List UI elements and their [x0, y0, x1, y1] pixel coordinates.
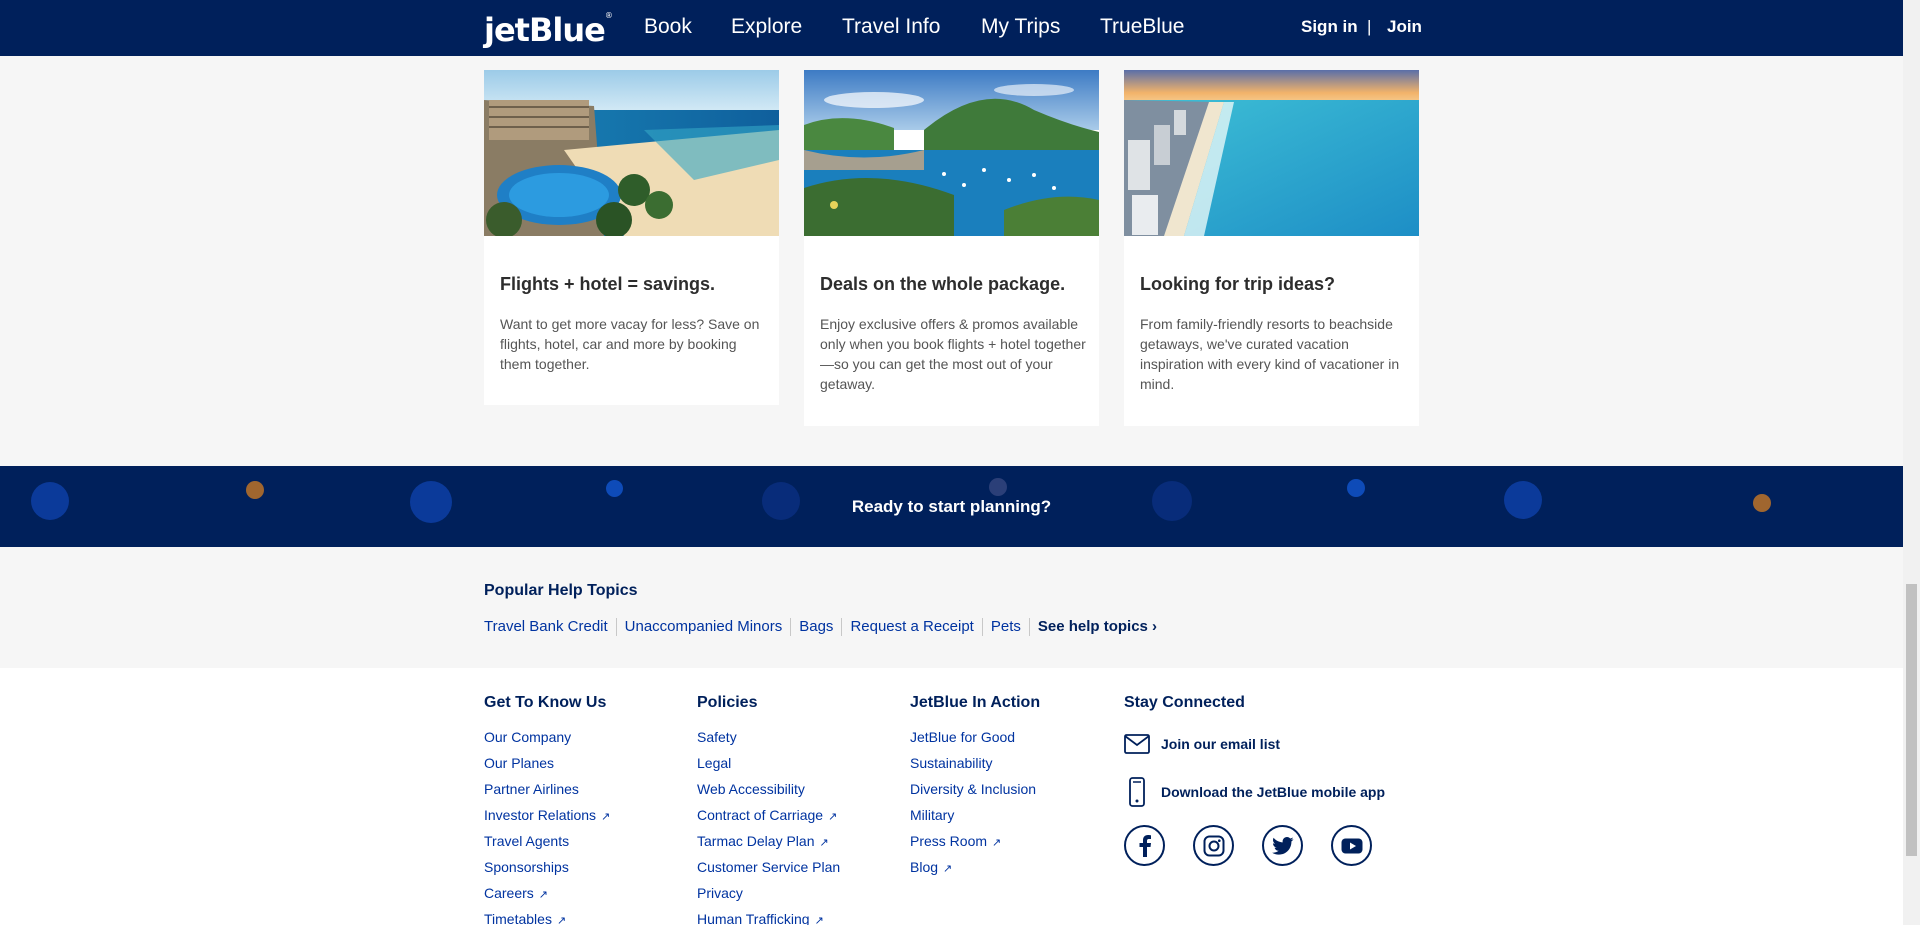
logo-text: jetBlue	[484, 11, 606, 49]
help-topics-section: Popular Help Topics Travel Bank Credit U…	[0, 547, 1903, 668]
social-links	[1124, 825, 1385, 866]
help-link-pets[interactable]: Pets	[981, 618, 1029, 636]
footer-link-travel-agents[interactable]: Travel Agents	[484, 833, 610, 859]
footer-link-our-planes[interactable]: Our Planes	[484, 755, 610, 781]
envelope-icon	[1124, 734, 1150, 754]
footer-link-diversity-inclusion[interactable]: Diversity & Inclusion	[910, 781, 1040, 807]
resort-pool-image	[484, 70, 779, 236]
jetblue-logo[interactable]: jetBlue®	[484, 11, 613, 49]
island-bay-image	[804, 70, 1099, 236]
footer-link-customer-service-plan[interactable]: Customer Service Plan	[697, 859, 840, 885]
help-link-bags[interactable]: Bags	[790, 618, 841, 636]
footer-link-privacy[interactable]: Privacy	[697, 885, 840, 911]
footer-link-press-room[interactable]: Press Room ↗	[910, 833, 1040, 859]
footer-link-partner-airlines[interactable]: Partner Airlines	[484, 781, 610, 807]
site-footer: Get To Know Us Our Company Our Planes Pa…	[0, 668, 1903, 925]
decorative-dot	[1347, 479, 1365, 497]
footer-link-legal[interactable]: Legal	[697, 755, 840, 781]
footer-link-timetables[interactable]: Timetables ↗	[484, 911, 610, 925]
footer-link-our-company[interactable]: Our Company	[484, 729, 610, 755]
ready-to-plan-text[interactable]: Ready to start planning?	[0, 497, 1903, 517]
mobile-phone-icon	[1129, 777, 1145, 807]
footer-link-sponsorships[interactable]: Sponsorships	[484, 859, 610, 885]
see-help-topics-link[interactable]: See help topics ›	[1028, 618, 1165, 636]
help-topics-title: Popular Help Topics	[484, 582, 638, 599]
help-topics-links: Travel Bank Credit Unaccompanied Minors …	[484, 618, 1165, 636]
nav-explore[interactable]: Explore	[731, 15, 802, 39]
external-link-icon: ↗	[819, 837, 829, 849]
decorative-dot	[606, 480, 623, 497]
footer-column-policies: Policies Safety Legal Web Accessibility …	[697, 694, 840, 925]
instagram-icon[interactable]	[1193, 825, 1234, 866]
page-scrollbar[interactable]	[1903, 0, 1920, 925]
footer-link-human-trafficking[interactable]: Human Trafficking ↗	[697, 911, 840, 925]
footer-link-contract-of-carriage[interactable]: Contract of Carriage ↗	[697, 807, 840, 833]
card-description: Enjoy exclusive offers & promos availabl…	[820, 316, 1086, 392]
card-description: From family-friendly resorts to beachsid…	[1140, 316, 1400, 392]
nav-my-trips[interactable]: My Trips	[981, 15, 1060, 39]
scrollbar-thumb[interactable]	[1906, 584, 1917, 856]
footer-link-military[interactable]: Military	[910, 807, 1040, 833]
footer-column-stay-connected: Stay Connected Join our email list Downl…	[1124, 694, 1385, 866]
vacation-card-trip-ideas[interactable]: Looking for trip ideas? From family-frie…	[1124, 70, 1419, 426]
email-list-label: Join our email list	[1161, 736, 1281, 752]
footer-link-careers[interactable]: Careers ↗	[484, 885, 610, 911]
external-link-icon: ↗	[814, 915, 824, 925]
ready-to-plan-banner[interactable]: Ready to start planning?	[0, 466, 1903, 547]
facebook-icon[interactable]	[1124, 825, 1165, 866]
auth-separator: |	[1367, 17, 1372, 36]
footer-link-web-accessibility[interactable]: Web Accessibility	[697, 781, 840, 807]
mobile-app-link[interactable]: Download the JetBlue mobile app	[1124, 777, 1385, 807]
card-description: Want to get more vacay for less? Save on…	[500, 316, 760, 372]
card-title: Deals on the whole package.	[820, 274, 1066, 294]
footer-column-get-to-know-us: Get To Know Us Our Company Our Planes Pa…	[484, 694, 610, 925]
footer-column-title: Get To Know Us	[484, 694, 607, 711]
footer-link-investor-relations[interactable]: Investor Relations ↗	[484, 807, 610, 833]
decorative-dot	[989, 478, 1007, 496]
join-link[interactable]: Join	[1387, 17, 1422, 37]
help-link-travel-bank[interactable]: Travel Bank Credit	[484, 618, 616, 636]
beach-coastline-image	[1124, 70, 1419, 236]
mobile-app-label: Download the JetBlue mobile app	[1161, 784, 1386, 800]
youtube-icon[interactable]	[1331, 825, 1372, 866]
external-link-icon: ↗	[601, 811, 611, 823]
top-nav-bar: jetBlue® Book Explore Travel Info My Tri…	[0, 0, 1903, 56]
email-list-link[interactable]: Join our email list	[1124, 729, 1385, 759]
nav-book[interactable]: Book	[644, 15, 692, 39]
footer-link-blog[interactable]: Blog ↗	[910, 859, 1040, 885]
nav-travel-info[interactable]: Travel Info	[842, 15, 940, 39]
external-link-icon: ↗	[828, 811, 838, 823]
footer-column-jetblue-in-action: JetBlue In Action JetBlue for Good Susta…	[910, 694, 1040, 885]
sign-in-link[interactable]: Sign in	[1301, 17, 1358, 37]
footer-column-title: Policies	[697, 694, 758, 711]
card-title: Looking for trip ideas?	[1140, 274, 1336, 294]
twitter-icon[interactable]	[1262, 825, 1303, 866]
footer-link-safety[interactable]: Safety	[697, 729, 840, 755]
external-link-icon: ↗	[538, 889, 549, 901]
external-link-icon: ↗	[943, 863, 953, 875]
external-link-icon: ↗	[556, 915, 567, 925]
vacation-card-savings[interactable]: Flights + hotel = savings. Want to get m…	[484, 70, 779, 405]
logo-trademark: ®	[604, 11, 613, 20]
footer-link-jetblue-for-good[interactable]: JetBlue for Good	[910, 729, 1040, 755]
help-link-receipt[interactable]: Request a Receipt	[841, 618, 981, 636]
vacation-card-deals[interactable]: Deals on the whole package. Enjoy exclus…	[804, 70, 1099, 426]
help-link-unaccompanied-minors[interactable]: Unaccompanied Minors	[615, 618, 791, 636]
footer-link-tarmac-delay-plan[interactable]: Tarmac Delay Plan ↗	[697, 833, 840, 859]
footer-column-title: Stay Connected	[1124, 694, 1245, 711]
card-title: Flights + hotel = savings.	[500, 274, 716, 294]
footer-link-sustainability[interactable]: Sustainability	[910, 755, 1040, 781]
nav-trueblue[interactable]: TrueBlue	[1100, 15, 1184, 39]
footer-column-title: JetBlue In Action	[910, 694, 1041, 711]
external-link-icon: ↗	[992, 837, 1002, 849]
